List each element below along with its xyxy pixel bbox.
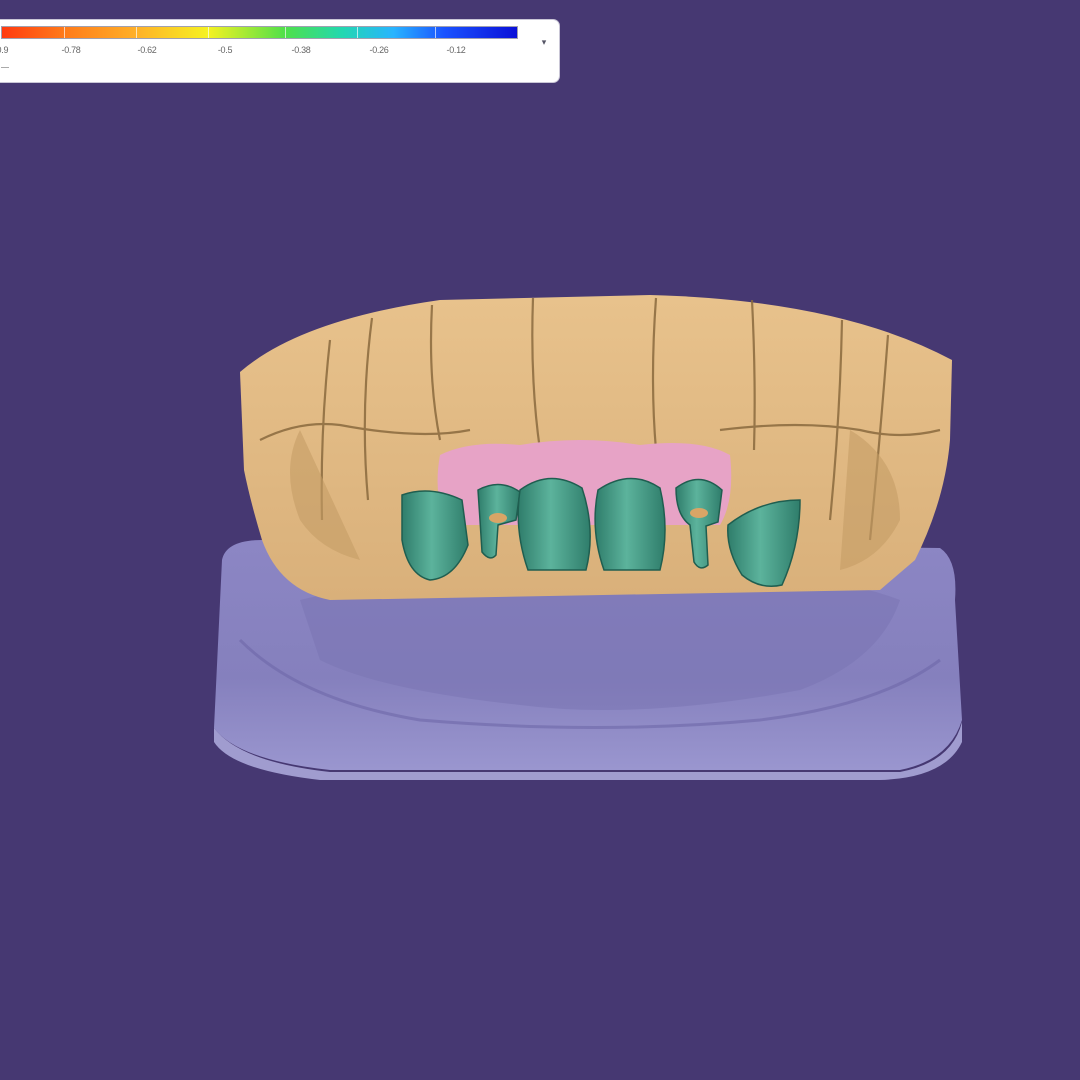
legend-tick: -0.12 xyxy=(446,45,466,55)
legend-tick: -0.26 xyxy=(369,45,389,55)
legend-tick: -0.38 xyxy=(291,45,311,55)
3d-viewport[interactable]: -0.9 -0.78 -0.62 -0.5 -0.38 -0.26 -0.12 … xyxy=(0,0,1080,1080)
legend-tick: -0.9 xyxy=(0,45,9,55)
legend-tick: -0.5 xyxy=(217,45,233,55)
chevron-down-icon[interactable]: ▾ xyxy=(537,35,551,49)
legend-tick: -0.62 xyxy=(137,45,157,55)
legend-scale-mark xyxy=(1,67,9,68)
legend-tick: -0.78 xyxy=(61,45,81,55)
deviation-color-legend: -0.9 -0.78 -0.62 -0.5 -0.38 -0.26 -0.12 … xyxy=(0,19,560,83)
deviation-colorbar xyxy=(1,26,518,39)
dental-model-render[interactable] xyxy=(0,0,1080,1080)
